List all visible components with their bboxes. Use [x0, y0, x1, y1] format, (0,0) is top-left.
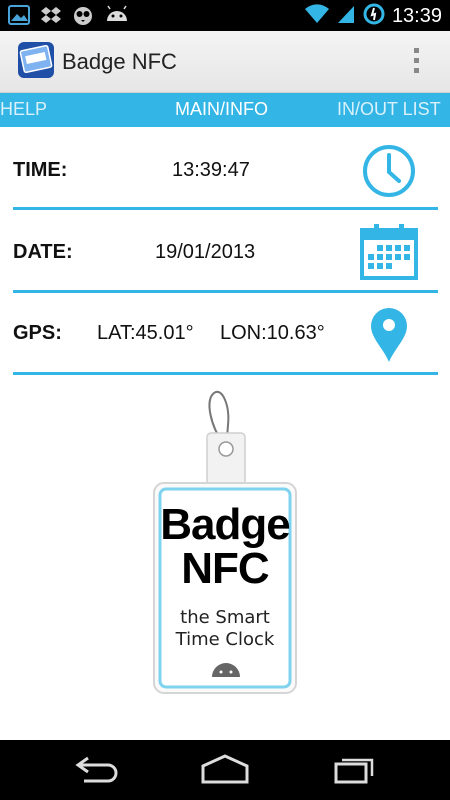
- date-value: 19/01/2013: [155, 241, 256, 263]
- badge-subtitle: the Smart Time Clock: [150, 607, 300, 651]
- gps-row: GPS: LAT:45.01° LON:10.63°: [13, 302, 437, 370]
- divider: [13, 290, 438, 293]
- dropbox-icon: [40, 4, 62, 31]
- gps-label: GPS:: [13, 322, 62, 344]
- divider: [13, 207, 438, 210]
- badge-line-3: the Smart: [180, 607, 270, 628]
- notification-icons: [8, 4, 130, 31]
- signal-icon: [336, 3, 356, 30]
- wifi-icon: [304, 3, 330, 30]
- recent-apps-icon[interactable]: [332, 754, 378, 789]
- tab-bar: HELP MAIN/INFO IN/OUT LIST: [0, 93, 450, 127]
- overflow-menu-icon[interactable]: [414, 48, 420, 74]
- tab-help[interactable]: HELP: [0, 99, 47, 120]
- owl-icon: [72, 4, 94, 31]
- status-bar: 13:39: [0, 0, 450, 31]
- badge-title: Badge NFC: [150, 503, 300, 591]
- screen: 13:39 Badge NFC HELP MAIN/INFO IN/OUT LI…: [0, 0, 450, 800]
- divider: [13, 372, 438, 375]
- calendar-icon: [360, 222, 418, 285]
- clock-icon: [361, 143, 417, 204]
- system-icons: 13:39: [304, 2, 442, 31]
- gps-longitude: LON:10.63°: [220, 322, 325, 344]
- tab-in-out-list[interactable]: IN/OUT LIST: [337, 99, 441, 120]
- home-icon[interactable]: [200, 754, 250, 789]
- app-title: Badge NFC: [62, 49, 177, 74]
- time-value: 13:39:47: [172, 159, 250, 181]
- tab-main-info[interactable]: MAIN/INFO: [175, 99, 268, 120]
- gps-latitude: LAT:45.01°: [97, 322, 194, 344]
- navigation-bar: [0, 740, 450, 800]
- time-row: TIME: 13:39:47: [13, 140, 437, 204]
- map-pin-icon: [369, 306, 409, 369]
- date-row: DATE: 19/01/2013: [13, 220, 437, 288]
- date-label: DATE:: [13, 241, 73, 263]
- badge-line-1: Badge: [160, 500, 290, 549]
- badge-line-4: Time Clock: [175, 629, 275, 650]
- gallery-icon: [8, 5, 30, 30]
- sync-icon: [362, 2, 386, 31]
- android-icon: [104, 5, 130, 30]
- action-bar: Badge NFC: [0, 31, 450, 93]
- back-icon[interactable]: [74, 754, 120, 789]
- badge-illustration: Badge NFC the Smart Time Clock: [150, 385, 300, 695]
- badge-line-2: NFC: [181, 544, 269, 593]
- app-logo-icon[interactable]: [16, 40, 56, 80]
- time-label: TIME:: [13, 159, 68, 181]
- clock-time: 13:39: [391, 5, 442, 27]
